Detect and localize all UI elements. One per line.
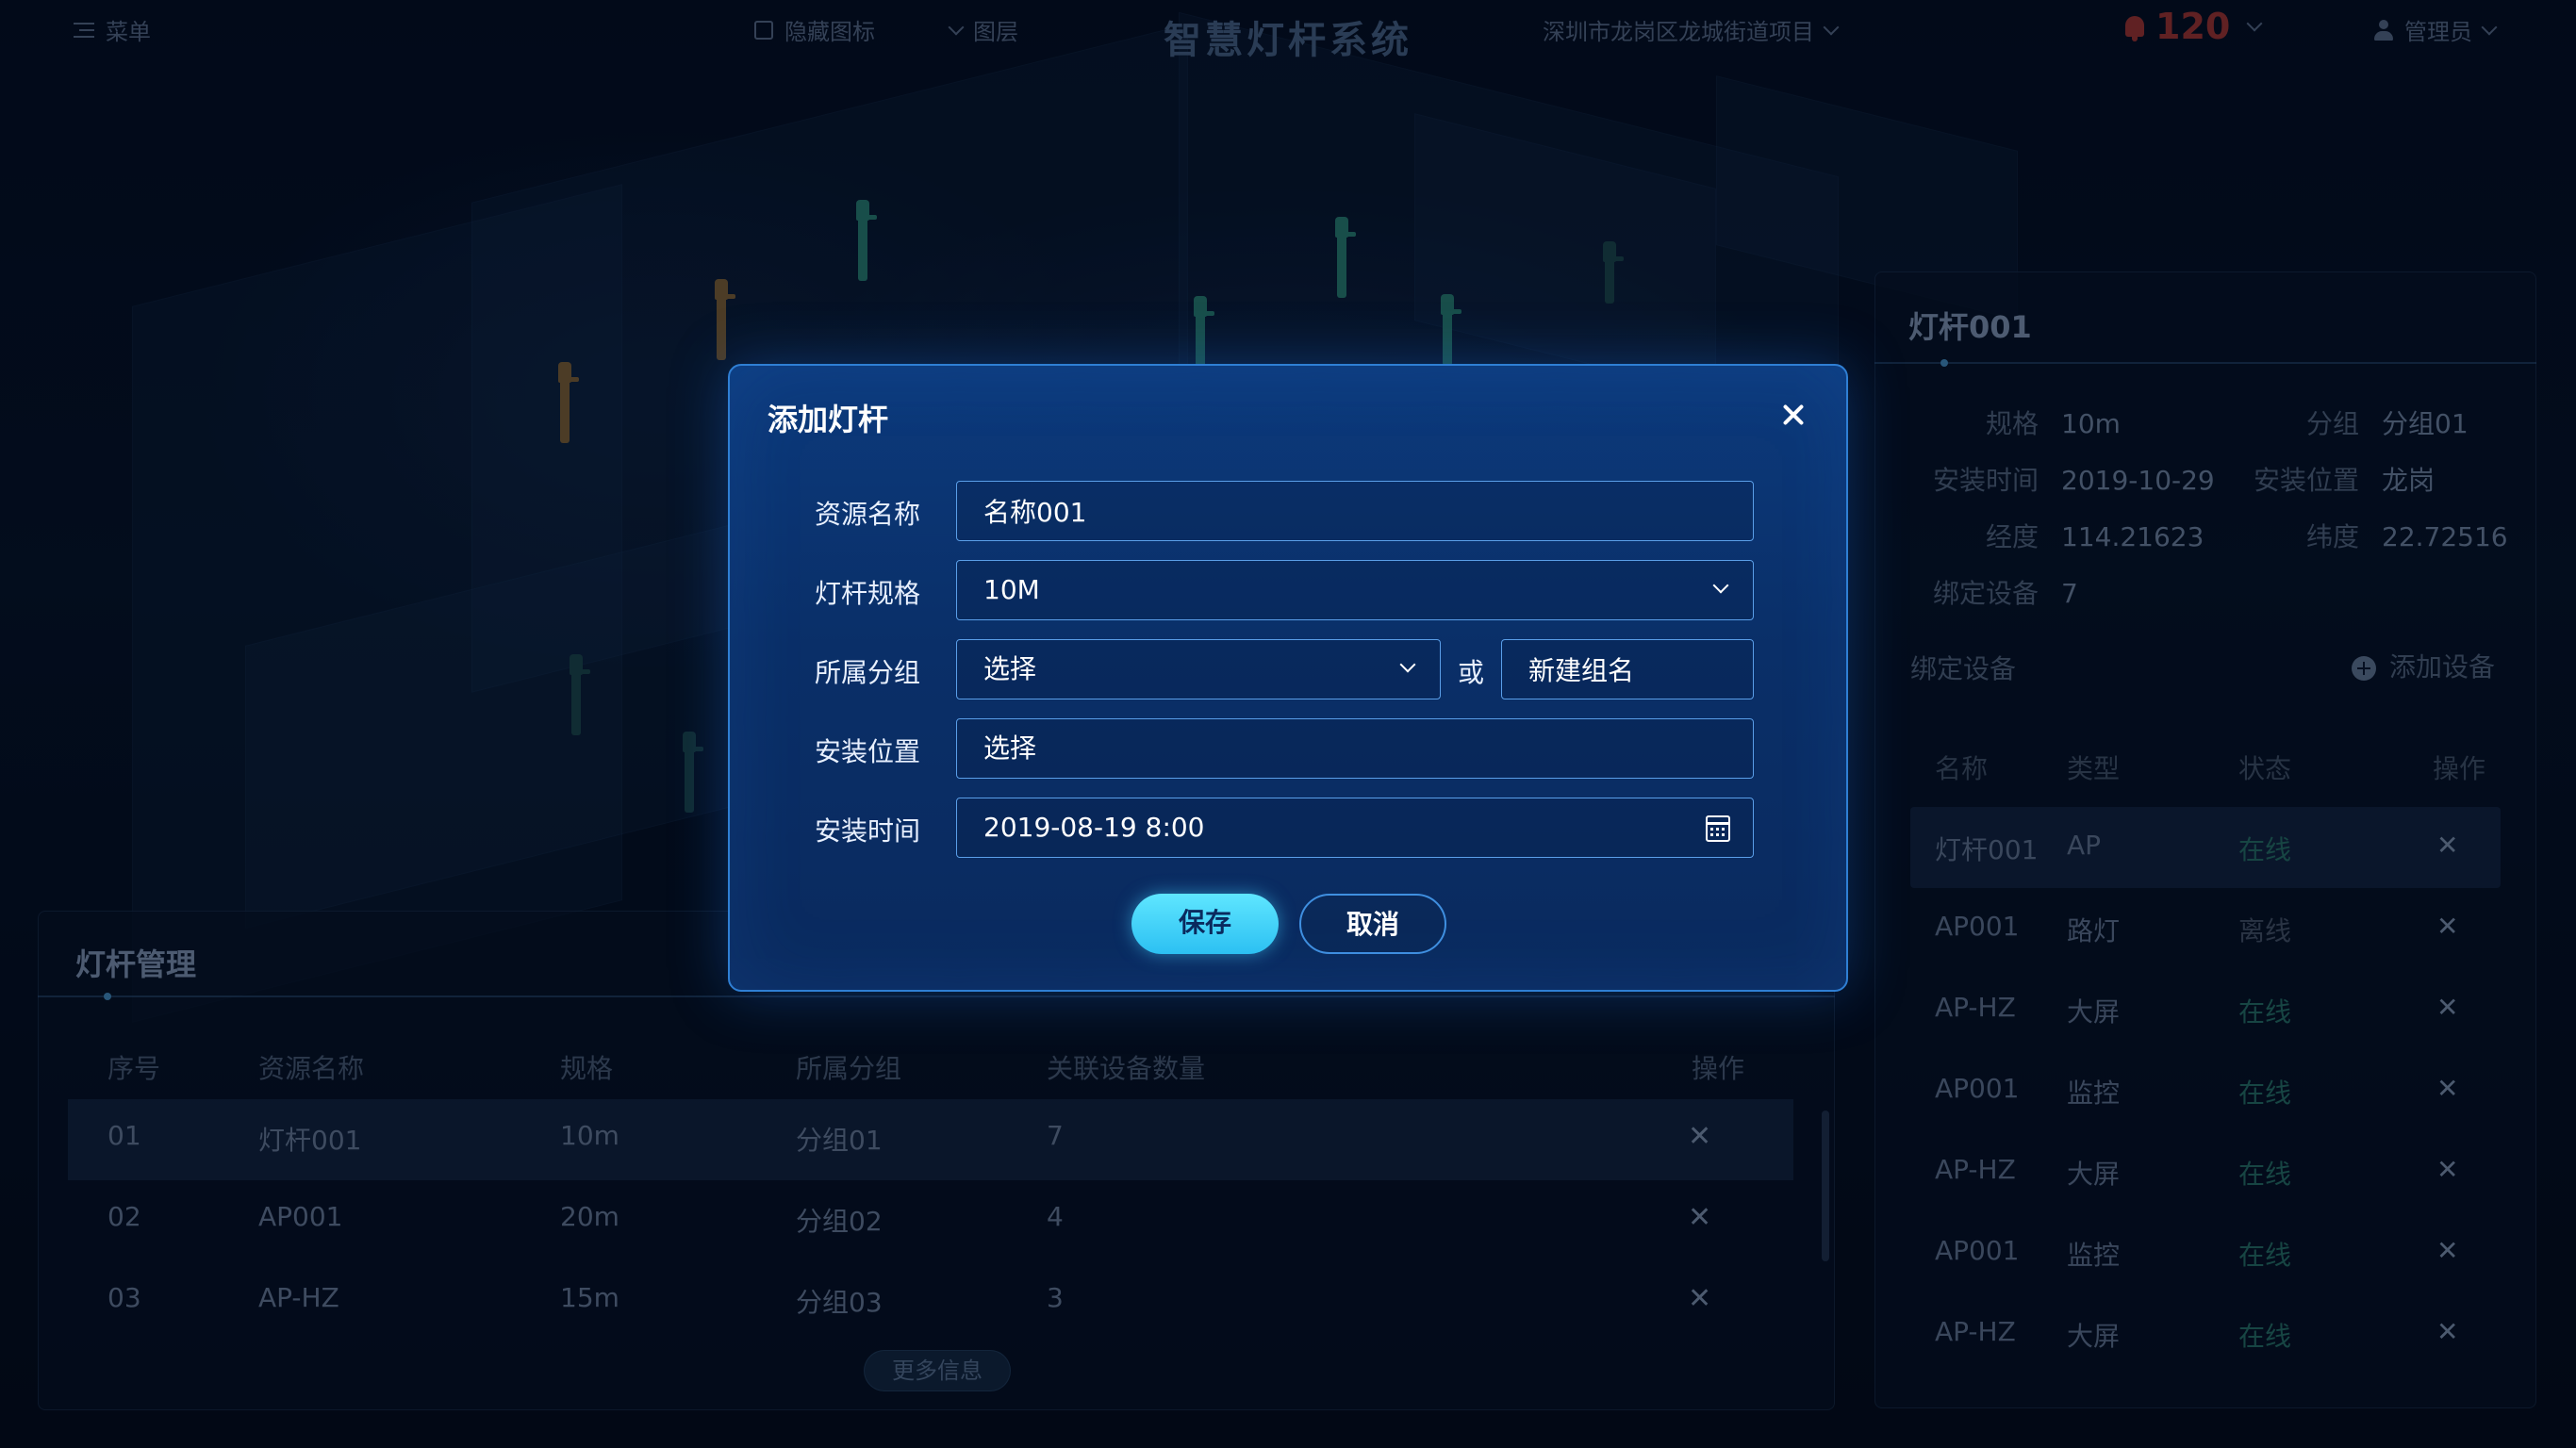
select-value: 选择 xyxy=(983,653,1037,684)
pole-spec-select[interactable]: 10M xyxy=(956,560,1754,620)
close-icon[interactable] xyxy=(1776,398,1810,432)
field-label: 所属分组 xyxy=(815,657,921,688)
form-row-location: 安装位置 选择 xyxy=(730,718,1850,779)
save-button[interactable]: 保存 xyxy=(1131,894,1279,954)
field-label: 安装位置 xyxy=(815,736,921,767)
chevron-down-icon xyxy=(1712,577,1729,594)
add-pole-dialog: 添加灯杆 资源名称 灯杆规格 10M 所属分组 选择 或 安装位置 选择 安装时… xyxy=(728,364,1848,992)
select-value: 10M xyxy=(983,574,1040,605)
install-time-picker[interactable]: 2019-08-19 8:00 xyxy=(956,798,1754,858)
chevron-down-icon xyxy=(1399,656,1416,673)
form-row-spec: 灯杆规格 10M xyxy=(730,560,1850,620)
new-group-input[interactable] xyxy=(1501,639,1754,699)
form-row-time: 安装时间 2019-08-19 8:00 xyxy=(730,798,1850,858)
field-label: 灯杆规格 xyxy=(815,578,921,609)
calendar-icon[interactable] xyxy=(1706,815,1730,842)
field-label: 安装时间 xyxy=(815,815,921,847)
form-row-name: 资源名称 xyxy=(730,481,1850,541)
dialog-title: 添加灯杆 xyxy=(768,402,889,437)
field-value: 2019-08-19 8:00 xyxy=(983,812,1205,843)
install-location-field[interactable]: 选择 xyxy=(956,718,1754,779)
resource-name-input[interactable] xyxy=(956,481,1754,541)
cancel-button[interactable]: 取消 xyxy=(1299,894,1446,954)
group-select[interactable]: 选择 xyxy=(956,639,1441,699)
field-value: 选择 xyxy=(983,732,1037,764)
or-label: 或 xyxy=(1458,657,1485,688)
form-row-group: 所属分组 选择 或 xyxy=(730,639,1850,699)
field-label: 资源名称 xyxy=(815,499,921,530)
